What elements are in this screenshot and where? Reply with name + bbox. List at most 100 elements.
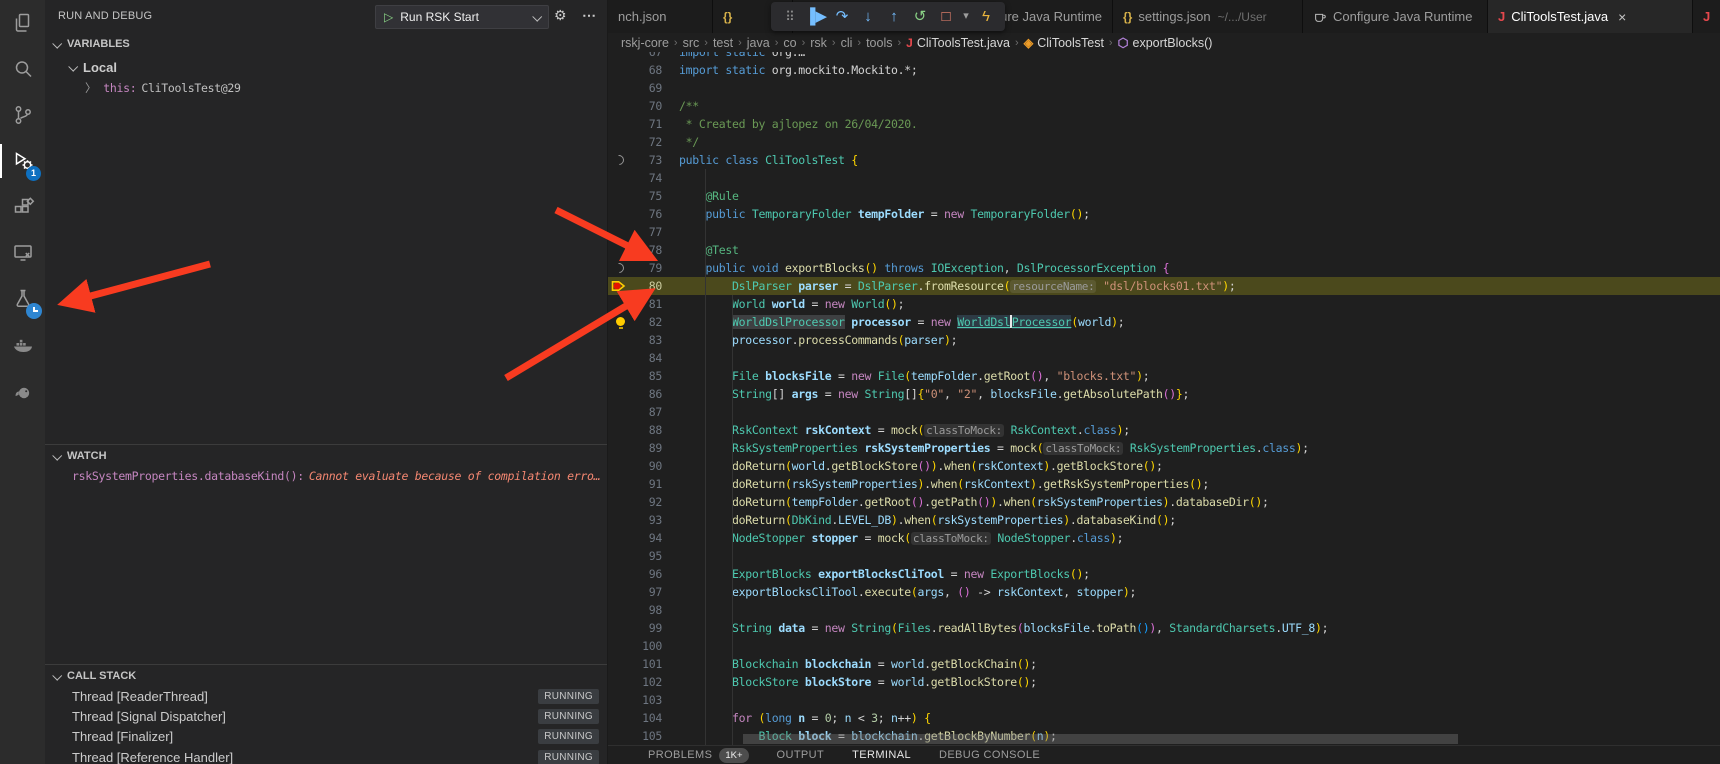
lightbulb-icon[interactable] xyxy=(608,313,632,331)
code-line[interactable]: 98 xyxy=(608,601,1720,619)
code-line[interactable]: 68import static org.mockito.Mockito.*; xyxy=(608,61,1720,79)
stop-chevron-icon[interactable]: ▾ xyxy=(959,2,973,31)
code-line[interactable]: 72 */ xyxy=(608,133,1720,151)
source-control-icon[interactable] xyxy=(0,92,45,138)
editor-tab-clitoolstest-java[interactable]: JCliToolsTest.java× xyxy=(1488,0,1693,33)
code-line[interactable]: 90 doReturn(world.getBlockStore()).when(… xyxy=(608,457,1720,475)
code-line[interactable]: 103 xyxy=(608,691,1720,709)
search-icon[interactable] xyxy=(0,46,45,92)
line-number[interactable]: 72 xyxy=(632,135,662,149)
watch-expression-row[interactable]: rskSystemProperties.databaseKind(): Cann… xyxy=(45,466,607,486)
line-number[interactable]: 76 xyxy=(632,207,662,221)
line-number[interactable]: 80 xyxy=(632,279,662,293)
code-line[interactable]: 99 String data = new String(Files.readAl… xyxy=(608,619,1720,637)
code-line[interactable]: 77 xyxy=(608,223,1720,241)
gear-icon[interactable]: ⚙ xyxy=(554,7,567,24)
line-number[interactable]: 90 xyxy=(632,459,662,473)
line-number[interactable]: 92 xyxy=(632,495,662,509)
gradle-icon[interactable] xyxy=(0,368,45,414)
code-line[interactable]: 97 exportBlocksCliTool.execute(args, () … xyxy=(608,583,1720,601)
line-number[interactable]: 86 xyxy=(632,387,662,401)
editor-tab-nch-json[interactable]: nch.json xyxy=(608,0,713,33)
code-line[interactable]: 73public class CliToolsTest { xyxy=(608,151,1720,169)
code-line[interactable]: 84 xyxy=(608,349,1720,367)
line-number[interactable]: 104 xyxy=(632,711,662,725)
code-line[interactable]: 92 doReturn(tempFolder.getRoot().getPath… xyxy=(608,493,1720,511)
continue-icon[interactable]: ▐▶ xyxy=(803,2,829,31)
code-line[interactable]: 88 RskContext rskContext = mock(classToM… xyxy=(608,421,1720,439)
breadcrumb-item[interactable]: cli xyxy=(841,36,853,50)
code-line[interactable]: 100 xyxy=(608,637,1720,655)
variable-this-row[interactable]: 〉 this: CliToolsTest@29 xyxy=(45,78,607,98)
code-line[interactable]: 85 File blocksFile = new File(tempFolder… xyxy=(608,367,1720,385)
restart-icon[interactable]: ↺ xyxy=(907,2,933,31)
launch-config-dropdown[interactable]: ▷ Run RSK Start xyxy=(375,5,549,29)
line-number[interactable]: 93 xyxy=(632,513,662,527)
frame-indicator-icon[interactable] xyxy=(608,259,632,277)
run-and-debug-icon[interactable]: 1 xyxy=(0,138,45,184)
line-number[interactable]: 103 xyxy=(632,693,662,707)
panel-tab-output[interactable]: OUTPUT xyxy=(777,749,825,761)
code-line[interactable]: 71 * Created by ajlopez on 26/04/2020. xyxy=(608,115,1720,133)
step-over-icon[interactable]: ↷ xyxy=(829,2,855,31)
line-number[interactable]: 74 xyxy=(632,171,662,185)
line-number[interactable]: 91 xyxy=(632,477,662,491)
panel-tab-terminal[interactable]: TERMINAL xyxy=(852,749,911,761)
breadcrumb-item[interactable]: JCliToolsTest.java xyxy=(906,36,1010,50)
remote-explorer-icon[interactable] xyxy=(0,230,45,276)
line-number[interactable]: 75 xyxy=(632,189,662,203)
variables-scope-local[interactable]: Local xyxy=(45,57,607,77)
line-number[interactable]: 88 xyxy=(632,423,662,437)
code-editor[interactable]: 67import static org.…68import static org… xyxy=(608,52,1720,745)
line-number[interactable]: 78 xyxy=(632,243,662,257)
hot-code-replace-icon[interactable]: ϟ xyxy=(973,2,999,31)
editor-tab-settings-json[interactable]: {}settings.json~/.../User xyxy=(1113,0,1303,33)
line-number[interactable]: 79 xyxy=(632,261,662,275)
close-icon[interactable]: × xyxy=(1618,9,1626,25)
line-number[interactable]: 98 xyxy=(632,603,662,617)
line-number[interactable]: 69 xyxy=(632,81,662,95)
code-line[interactable]: 96 ExportBlocks exportBlocksCliTool = ne… xyxy=(608,565,1720,583)
call-stack-thread-row[interactable]: Thread [ReaderThread]RUNNING xyxy=(45,686,607,706)
line-number[interactable]: 82 xyxy=(632,315,662,329)
call-stack-thread-row[interactable]: Thread [Signal Dispatcher]RUNNING xyxy=(45,706,607,726)
call-stack-section-header[interactable]: CALL STACK xyxy=(45,665,607,687)
code-line[interactable]: 75 @Rule xyxy=(608,187,1720,205)
horizontal-scrollbar[interactable] xyxy=(743,734,1458,744)
line-number[interactable]: 84 xyxy=(632,351,662,365)
code-line[interactable]: 86 String[] args = new String[]{"0", "2"… xyxy=(608,385,1720,403)
explorer-icon[interactable] xyxy=(0,0,45,46)
stop-icon[interactable]: □ xyxy=(933,2,959,31)
code-line[interactable]: 82 WorldDslProcessor processor = new Wor… xyxy=(608,313,1720,331)
line-number[interactable]: 85 xyxy=(632,369,662,383)
line-number[interactable]: 71 xyxy=(632,117,662,131)
line-number[interactable]: 99 xyxy=(632,621,662,635)
code-line[interactable]: 67import static org.… xyxy=(608,52,1720,61)
line-number[interactable]: 87 xyxy=(632,405,662,419)
editor-tab[interactable]: J xyxy=(1693,0,1720,33)
line-number[interactable]: 102 xyxy=(632,675,662,689)
code-line[interactable]: 101 Blockchain blockchain = world.getBlo… xyxy=(608,655,1720,673)
line-number[interactable]: 89 xyxy=(632,441,662,455)
breadcrumb-item[interactable]: src xyxy=(683,36,700,50)
breadcrumb-item[interactable]: rsk xyxy=(810,36,827,50)
code-line[interactable]: 69 xyxy=(608,79,1720,97)
breadcrumb-item[interactable]: ◈CliToolsTest xyxy=(1024,35,1104,50)
editor-tab-configure-java-runtime[interactable]: Configure Java Runtime xyxy=(1303,0,1488,33)
line-number[interactable]: 94 xyxy=(632,531,662,545)
code-line[interactable]: 83 processor.processCommands(parser); xyxy=(608,331,1720,349)
variables-section-header[interactable]: VARIABLES xyxy=(45,33,607,55)
breadcrumb-item[interactable]: rskj-core xyxy=(621,36,669,50)
watch-section-header[interactable]: WATCH xyxy=(45,445,607,467)
code-line[interactable]: 87 xyxy=(608,403,1720,421)
line-number[interactable]: 96 xyxy=(632,567,662,581)
breadcrumb-item[interactable]: test xyxy=(713,36,733,50)
code-line[interactable]: 78 @Test xyxy=(608,241,1720,259)
line-number[interactable]: 70 xyxy=(632,99,662,113)
call-stack-thread-row[interactable]: Thread [Finalizer]RUNNING xyxy=(45,727,607,747)
line-number[interactable]: 101 xyxy=(632,657,662,671)
code-line[interactable]: 70/** xyxy=(608,97,1720,115)
code-line[interactable]: 74 xyxy=(608,169,1720,187)
code-line[interactable]: 94 NodeStopper stopper = mock(classToMoc… xyxy=(608,529,1720,547)
extensions-icon[interactable] xyxy=(0,184,45,230)
